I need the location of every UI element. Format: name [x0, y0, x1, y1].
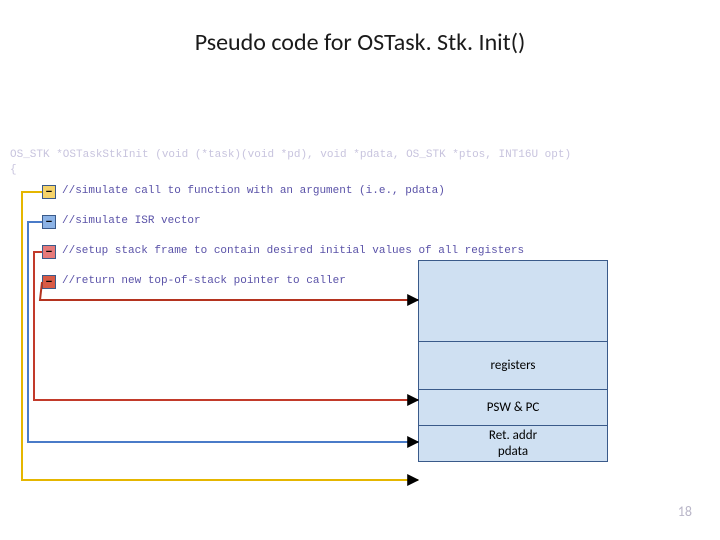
step-box-3	[42, 245, 56, 259]
step-box-4	[42, 275, 56, 289]
connector-overlay	[0, 0, 720, 540]
stack-pdata: pdata	[489, 444, 537, 460]
comment-2: //simulate ISR vector	[62, 215, 201, 227]
comment-3: //setup stack frame to contain desired i…	[62, 245, 524, 257]
slide-title: Pseudo code for OSTask. Stk. Init()	[0, 28, 720, 57]
step-box-2	[42, 215, 56, 229]
page-number: 18	[678, 503, 692, 520]
stack-cell-registers: registers	[419, 341, 607, 389]
stack-ret-addr: Ret. addr	[489, 428, 537, 444]
code-signature: OS_STK *OSTaskStkInit (void (*task)(void…	[10, 148, 571, 178]
stack-cell-ret-pdata: Ret. addr pdata	[419, 425, 607, 461]
stack-diagram: registers PSW & PC Ret. addr pdata	[418, 260, 608, 462]
comment-1: //simulate call to function with an argu…	[62, 185, 445, 197]
stack-cell-psw-pc: PSW & PC	[419, 389, 607, 425]
comment-4: //return new top-of-stack pointer to cal…	[62, 275, 346, 287]
step-box-1	[42, 185, 56, 199]
stack-cell-top	[419, 261, 607, 341]
